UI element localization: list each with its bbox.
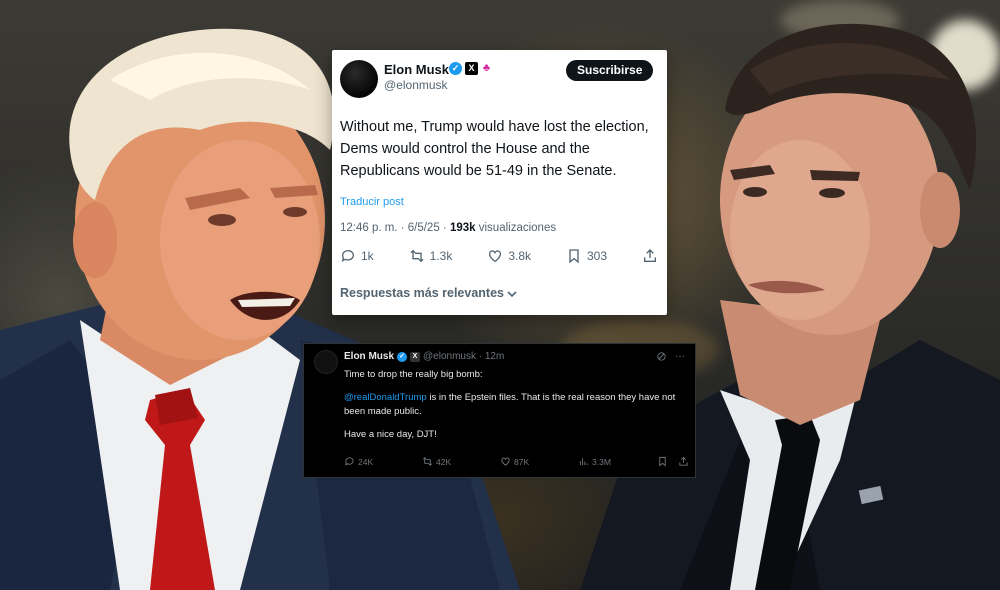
share-button[interactable] <box>642 248 658 264</box>
reply-button[interactable]: 1k <box>340 248 374 264</box>
x-logo-icon: X <box>410 351 421 362</box>
author-handle[interactable]: @elonmusk <box>384 78 448 92</box>
author-badges: ✓ X ♣ <box>449 62 492 75</box>
reply-icon <box>345 457 354 466</box>
tweet-actions: 24K 42K 87K 3.3M <box>344 456 689 467</box>
like-count: 87K <box>514 456 530 467</box>
grok-icon[interactable] <box>656 351 667 362</box>
like-button[interactable]: 87K <box>500 456 578 467</box>
more-icon[interactable]: ··· <box>675 351 685 362</box>
repost-button[interactable]: 1.3k <box>409 248 453 264</box>
heart-icon <box>501 457 510 466</box>
author-handle[interactable]: @elonmusk · 12m <box>423 351 504 362</box>
reply-count: 24K <box>358 456 374 467</box>
heart-icon <box>489 250 502 263</box>
share-icon[interactable] <box>678 456 689 467</box>
x-logo-icon: X <box>465 62 478 75</box>
avatar[interactable] <box>340 60 378 98</box>
avatar[interactable] <box>314 350 338 374</box>
author-name[interactable]: Elon Musk <box>384 62 449 77</box>
repost-icon <box>410 249 424 263</box>
repost-icon <box>423 457 432 466</box>
tweet-header: Elon Musk ✓ X @elonmusk · 12m <box>344 351 504 362</box>
tweet-actions: 1k 1.3k 3.8k 303 <box>340 248 658 264</box>
like-count: 3.8k <box>508 249 531 263</box>
translate-link[interactable]: Traducir post <box>340 196 404 208</box>
views-count: 193k <box>449 222 476 234</box>
tweet-timestamp[interactable]: 12:46 p. m. · 6/5/25 · <box>340 222 450 234</box>
tweet-card-secondary[interactable]: Elon Musk ✓ X @elonmusk · 12m ··· Time t… <box>303 343 696 478</box>
bookmark-icon[interactable] <box>657 456 668 467</box>
tweet-meta: 12:46 p. m. · 6/5/25 · 193k visualizacio… <box>340 222 556 234</box>
background-photo: Elon Musk ✓ X ♣ @elonmusk Suscribirse Wi… <box>0 0 1000 590</box>
bookmark-button[interactable]: 303 <box>566 248 607 264</box>
tweet-card-main[interactable]: Elon Musk ✓ X ♣ @elonmusk Suscribirse Wi… <box>332 50 667 315</box>
tweet-line: Time to drop the really big bomb: <box>344 369 483 380</box>
repost-button[interactable]: 42K <box>422 456 500 467</box>
reply-button[interactable]: 24K <box>344 456 422 467</box>
tweet-header-tools: ··· <box>656 351 685 362</box>
views-label: visualizaciones <box>475 222 557 234</box>
replies-sort-label: Respuestas más relevantes <box>340 286 504 300</box>
tweet-text: Time to drop the really big bomb: @realD… <box>344 368 689 451</box>
verified-check-icon: ✓ <box>449 62 462 75</box>
repost-count: 42K <box>436 456 452 467</box>
author-name[interactable]: Elon Musk <box>344 351 394 362</box>
bookmark-icon <box>569 249 579 264</box>
reply-count: 1k <box>361 249 374 263</box>
subscribe-button[interactable]: Suscribirse <box>566 60 654 81</box>
views-count: 3.3M <box>592 456 611 467</box>
tweet-line: @realDonaldTrump is in the Epstein files… <box>344 391 689 419</box>
reply-icon <box>341 250 354 262</box>
share-icon <box>643 249 656 262</box>
mention-link[interactable]: @realDonaldTrump <box>344 392 427 403</box>
tweet-tail-actions <box>657 456 689 467</box>
verified-check-icon: ✓ <box>397 351 408 362</box>
like-button[interactable]: 3.8k <box>487 248 531 264</box>
affiliation-icon: ♣ <box>482 62 491 74</box>
bookmark-count: 303 <box>586 249 607 263</box>
views-button[interactable]: 3.3M <box>578 456 656 467</box>
chevron-down-icon <box>507 291 518 297</box>
repost-count: 1.3k <box>429 249 453 263</box>
tweet-line: Have a nice day, DJT! <box>344 429 437 440</box>
tweet-text: Without me, Trump would have lost the el… <box>340 119 649 179</box>
analytics-icon <box>579 458 588 466</box>
replies-sort-dropdown[interactable]: Respuestas más relevantes <box>340 286 518 300</box>
